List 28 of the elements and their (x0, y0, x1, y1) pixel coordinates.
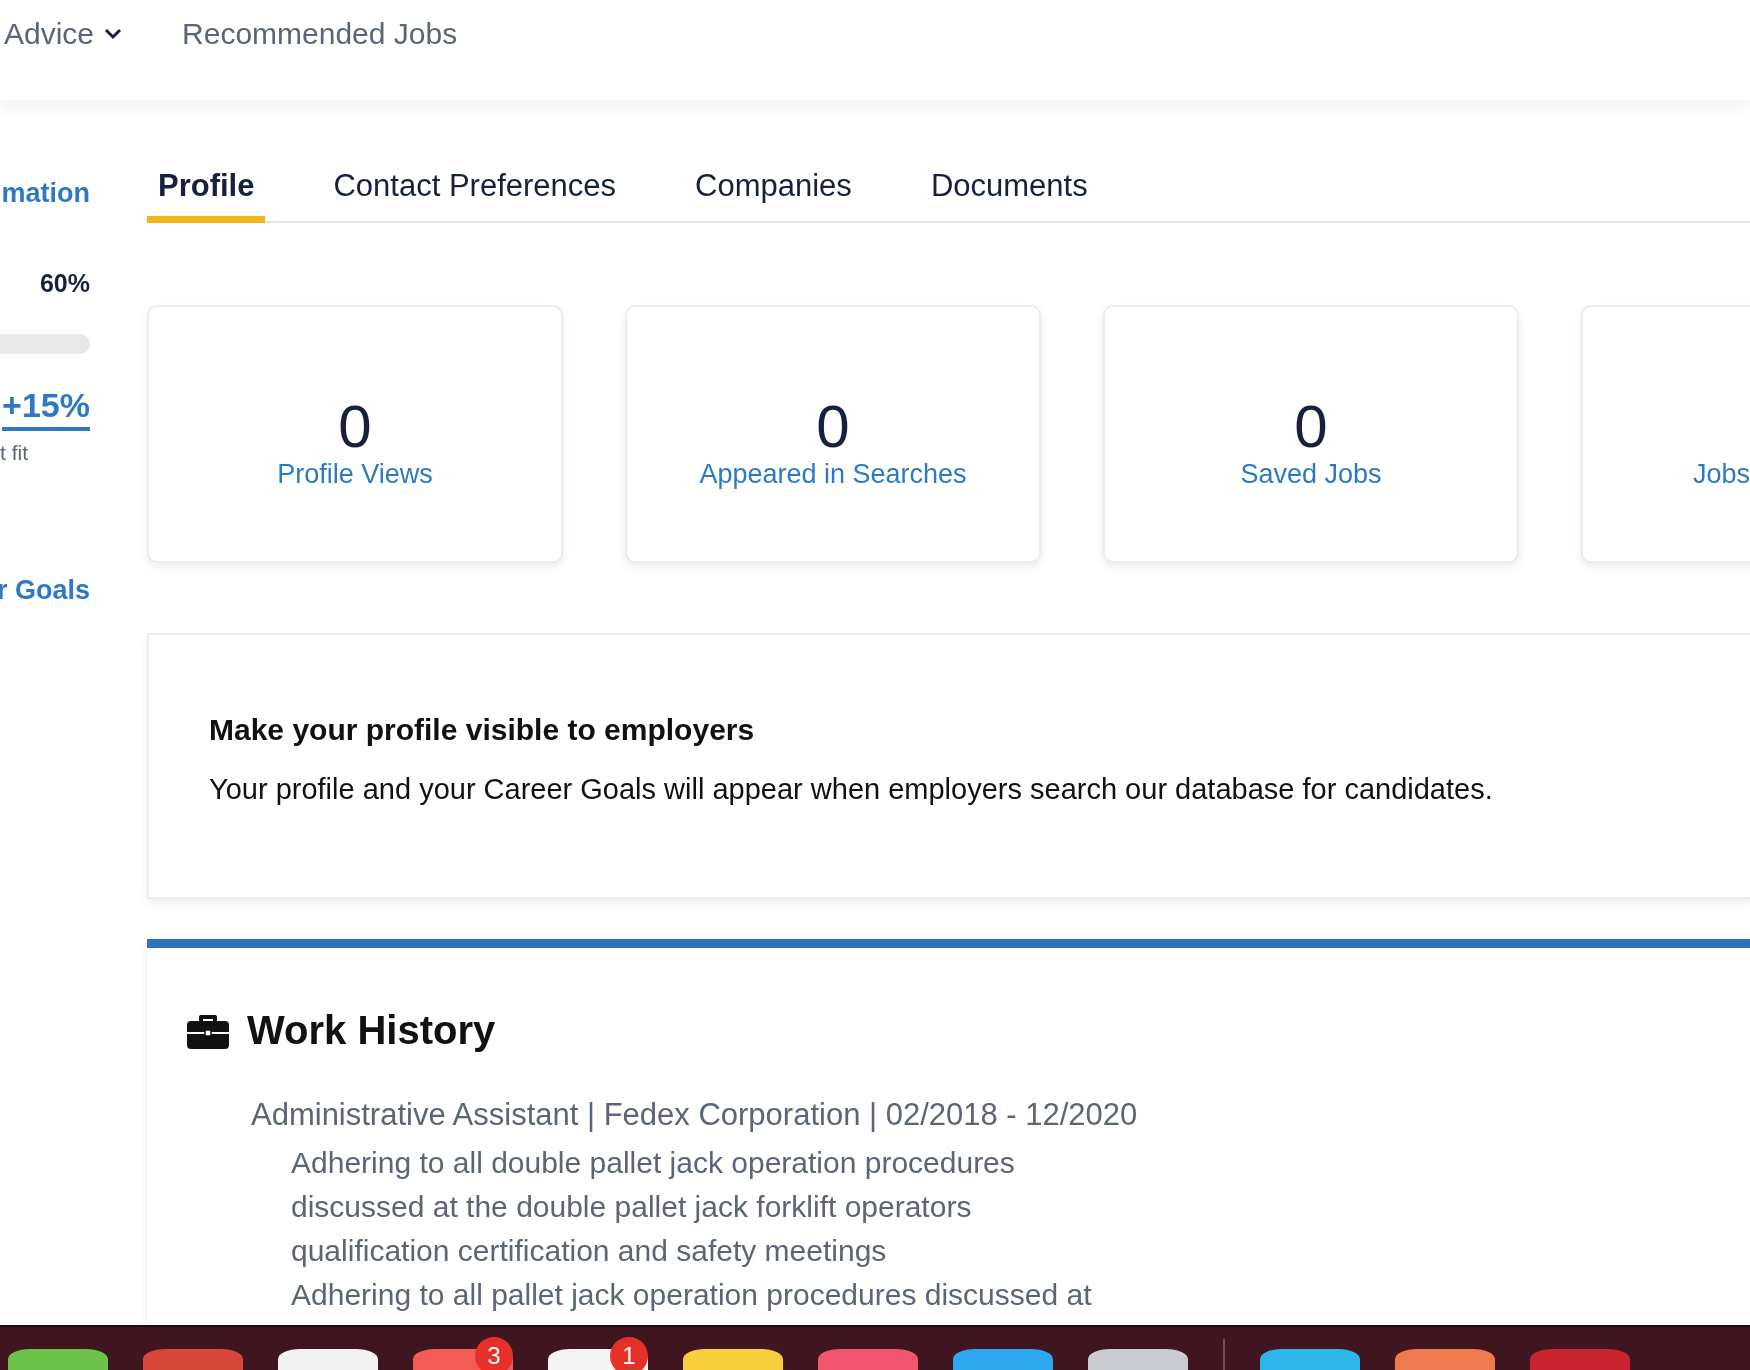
stat-label[interactable]: Profile Views (277, 458, 433, 490)
boost-percent: +15% (2, 386, 90, 431)
visibility-text: Your profile and your Career Goals will appear when employers search our database for candidates. (209, 773, 1494, 806)
stat-value: 0 (338, 396, 372, 457)
tab[interactable]: Companies (684, 160, 863, 223)
briefcase-icon (187, 1012, 229, 1049)
app-icon[interactable]: 1 (548, 1337, 648, 1370)
stat-value: 0 (816, 396, 850, 457)
tab[interactable]: Contact Preferences (322, 160, 628, 223)
section-title: Work History (247, 1008, 496, 1053)
notification-badge: 3 (475, 1337, 513, 1370)
tab[interactable]: Profile (147, 160, 266, 223)
stat-label[interactable]: Jobs (1693, 458, 1750, 490)
sidebar-link[interactable]: mation (1, 178, 90, 209)
stat-label[interactable]: Saved Jobs (1240, 458, 1382, 490)
boost-note: t fit (0, 441, 28, 465)
visibility-title: Make your profile visible to employers (209, 713, 756, 747)
job-duty: Adhering to all double pallet jack operation procedures discussed at the double pallet jack forklift operators qualification certification and safety meetings (291, 1145, 1016, 1269)
app-icon[interactable]: 3 (413, 1337, 513, 1370)
stat-label[interactable]: Appeared in Searches (699, 458, 967, 490)
notification-badge: 1 (610, 1337, 648, 1370)
tab[interactable]: Documents (919, 160, 1099, 223)
nav-link[interactable]: Advice (4, 17, 123, 51)
nav-link[interactable]: Recommended Jobs (182, 17, 458, 51)
job-heading: Administrative Assistant | Fedex Corporation | 02/2018 - 12/2020 (251, 1097, 1139, 1133)
completion-percent: 60% (39, 269, 90, 298)
job-duty: Adhering to all pallet jack operation procedures discussed at (291, 1277, 1093, 1313)
stat-value: 0 (1294, 396, 1328, 457)
